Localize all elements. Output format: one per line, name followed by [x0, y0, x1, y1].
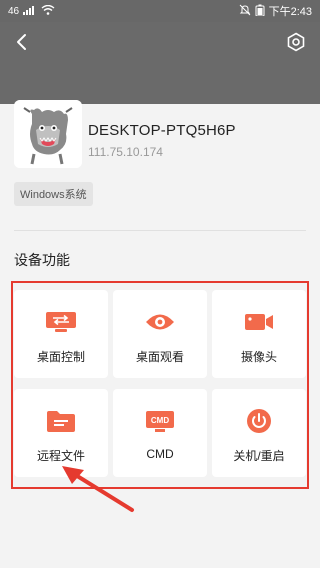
- cmd-icon: CMD: [144, 409, 176, 433]
- annotation-arrow: [60, 462, 140, 518]
- divider: [14, 230, 306, 231]
- battery-icon: [255, 4, 265, 19]
- device-ip: 111.75.10.174: [88, 145, 163, 159]
- hexagon-settings-icon: [286, 32, 306, 57]
- tile-camera[interactable]: 摄像头: [212, 290, 306, 378]
- device-name: DESKTOP-PTQ5H6P: [88, 122, 236, 139]
- tile-label: CMD: [146, 447, 174, 461]
- status-bar: 46 下午2:43: [0, 0, 320, 22]
- remote-desktop-icon: [45, 310, 77, 334]
- os-tag: Windows系统: [14, 182, 93, 206]
- carrier-label: 46: [8, 5, 20, 17]
- header-band: [0, 22, 320, 104]
- tile-label: 摄像头: [240, 350, 277, 364]
- tile-label: 桌面观看: [135, 350, 184, 364]
- section-title: 设备功能: [14, 252, 70, 268]
- folder-icon: [45, 409, 77, 433]
- chevron-left-icon: [15, 33, 29, 56]
- clock-time: 下午2:43: [268, 6, 312, 18]
- tile-remote-desktop[interactable]: 桌面控制: [14, 290, 108, 378]
- tile-power[interactable]: 关机/重启: [212, 389, 306, 477]
- power-icon: [243, 409, 275, 433]
- tile-label: 关机/重启: [233, 449, 285, 463]
- eye-icon: [144, 310, 176, 334]
- device-avatar: [14, 100, 82, 168]
- back-button[interactable]: [10, 32, 34, 56]
- camera-icon: [243, 310, 275, 334]
- tile-desktop-view[interactable]: 桌面观看: [113, 290, 207, 378]
- svg-text:CMD: CMD: [151, 416, 169, 425]
- settings-button[interactable]: [284, 32, 308, 56]
- wifi-icon: [41, 4, 55, 18]
- signal-icon: [23, 5, 37, 18]
- mute-icon: [239, 4, 251, 19]
- tile-label: 桌面控制: [36, 350, 85, 364]
